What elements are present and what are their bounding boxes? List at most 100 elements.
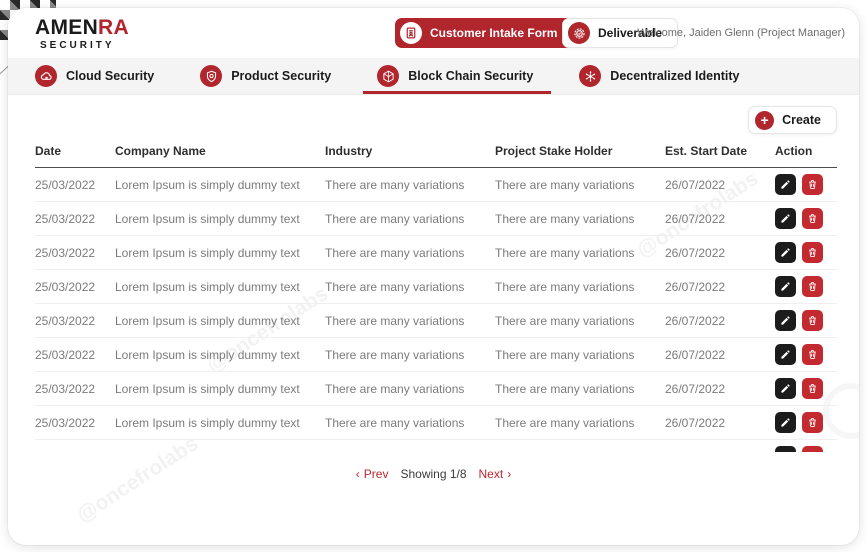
table-row: 25/03/2022 Lorem Ipsum is simply dummy t…	[35, 270, 837, 304]
brand-name-accent: RA	[98, 16, 129, 39]
edit-button[interactable]	[775, 242, 796, 263]
product-security-icon	[200, 65, 222, 87]
tab-label: Product Security	[231, 69, 331, 83]
cell-est-start-date: 26/07/2022	[665, 212, 775, 226]
cell-actions	[775, 208, 837, 229]
delete-button[interactable]	[802, 242, 823, 263]
cell-date: 25/03/2022	[35, 314, 115, 328]
tab-cloud-security[interactable]: Cloud Security	[35, 58, 154, 94]
chevron-right-icon: ›	[507, 467, 511, 481]
cell-actions	[775, 310, 837, 331]
prev-page-link[interactable]: ‹ Prev	[356, 467, 389, 481]
records-table: Date Company Name Industry Project Stake…	[35, 139, 837, 452]
next-page-link[interactable]: Next›	[479, 467, 512, 481]
plus-icon: +	[755, 111, 774, 130]
welcome-text: Welcome, Jaiden Glenn (Project Manager)	[637, 27, 845, 39]
edit-button[interactable]	[775, 412, 796, 433]
delete-button[interactable]	[802, 412, 823, 433]
intake-button-label: Customer Intake Form	[430, 26, 557, 40]
delete-button[interactable]	[802, 310, 823, 331]
cell-project-stake-holder: There are many variations	[495, 416, 665, 430]
column-header-action: Action	[775, 144, 837, 158]
tab-label: Cloud Security	[66, 69, 154, 83]
cell-project-stake-holder: There are many variations	[495, 450, 665, 453]
intake-form-icon	[400, 22, 422, 44]
cell-est-start-date: 26/07/2022	[665, 178, 775, 192]
edit-button[interactable]	[775, 208, 796, 229]
edit-button[interactable]	[775, 446, 796, 452]
column-header-company: Company Name	[115, 144, 325, 158]
cell-project-stake-holder: There are many variations	[495, 280, 665, 294]
cell-industry: There are many variations	[325, 416, 495, 430]
main-content: + Create Date Company Name Industry Proj…	[8, 95, 859, 545]
delete-button[interactable]	[802, 276, 823, 297]
cell-date: 25/03/2022	[35, 246, 115, 260]
column-header-date: Date	[35, 144, 115, 158]
delete-button[interactable]	[802, 378, 823, 399]
cell-project-stake-holder: There are many variations	[495, 348, 665, 362]
cell-industry: There are many variations	[325, 212, 495, 226]
cell-company-name: Lorem Ipsum is simply dummy text	[115, 314, 325, 328]
page-indicator: Showing 1/8	[400, 467, 466, 481]
cell-industry: There are many variations	[325, 450, 495, 453]
cell-company-name: Lorem Ipsum is simply dummy text	[115, 450, 325, 453]
brand-name-primary: AMEN	[35, 16, 98, 39]
next-label: Next	[479, 467, 504, 481]
create-button[interactable]: + Create	[748, 106, 837, 134]
block-chain-security-icon	[377, 65, 399, 87]
edit-button[interactable]	[775, 378, 796, 399]
prev-label: Prev	[364, 467, 389, 481]
table-body: 25/03/2022 Lorem Ipsum is simply dummy t…	[35, 168, 837, 452]
table-row: 25/03/2022 Lorem Ipsum is simply dummy t…	[35, 304, 837, 338]
customer-intake-form-button[interactable]: Customer Intake Form	[395, 18, 573, 48]
column-header-stakeholder: Project Stake Holder	[495, 144, 665, 158]
create-button-label: Create	[782, 113, 821, 127]
cell-company-name: Lorem Ipsum is simply dummy text	[115, 212, 325, 226]
brand-subtitle: SECURITY	[35, 41, 129, 51]
app-window: @oncefrolabs @oncefrolabs @oncefrolabs A…	[8, 8, 859, 545]
cell-company-name: Lorem Ipsum is simply dummy text	[115, 416, 325, 430]
tab-block-chain-security[interactable]: Block Chain Security	[377, 58, 533, 94]
edit-button[interactable]	[775, 344, 796, 365]
edit-button[interactable]	[775, 174, 796, 195]
cell-industry: There are many variations	[325, 280, 495, 294]
table-row: 25/03/2022 Lorem Ipsum is simply dummy t…	[35, 202, 837, 236]
cell-company-name: Lorem Ipsum is simply dummy text	[115, 348, 325, 362]
table-row: 25/03/2022 Lorem Ipsum is simply dummy t…	[35, 236, 837, 270]
cell-date: 25/03/2022	[35, 212, 115, 226]
cell-est-start-date: 26/07/2022	[665, 450, 775, 453]
cell-actions	[775, 344, 837, 365]
cell-actions	[775, 174, 837, 195]
edit-button[interactable]	[775, 276, 796, 297]
edit-button[interactable]	[775, 310, 796, 331]
cell-date: 25/03/2022	[35, 382, 115, 396]
cell-company-name: Lorem Ipsum is simply dummy text	[115, 178, 325, 192]
tab-product-security[interactable]: Product Security	[200, 58, 331, 94]
delete-button[interactable]	[802, 208, 823, 229]
cell-date: 25/03/2022	[35, 280, 115, 294]
app-header: AMENRA SECURITY Customer Intake Form	[8, 8, 859, 58]
cell-company-name: Lorem Ipsum is simply dummy text	[115, 280, 325, 294]
cell-actions	[775, 412, 837, 433]
cell-est-start-date: 26/07/2022	[665, 280, 775, 294]
column-header-industry: Industry	[325, 144, 495, 158]
chevron-left-icon: ‹	[356, 467, 360, 481]
delete-button[interactable]	[802, 344, 823, 365]
delete-button[interactable]	[802, 174, 823, 195]
tab-decentralized-identity[interactable]: Decentralized Identity	[579, 58, 739, 94]
cell-est-start-date: 26/07/2022	[665, 382, 775, 396]
table-row: 25/03/2022 Lorem Ipsum is simply dummy t…	[35, 440, 837, 452]
delete-button[interactable]	[802, 446, 823, 452]
cell-actions	[775, 276, 837, 297]
column-header-est-start: Est. Start Date	[665, 144, 775, 158]
tab-label: Block Chain Security	[408, 69, 533, 83]
cell-actions	[775, 242, 837, 263]
brand-name: AMENRA	[35, 17, 129, 38]
cell-date: 25/03/2022	[35, 178, 115, 192]
cell-industry: There are many variations	[325, 314, 495, 328]
cell-industry: There are many variations	[325, 382, 495, 396]
cell-est-start-date: 26/07/2022	[665, 246, 775, 260]
brand-logo: AMENRA SECURITY	[35, 17, 129, 51]
cell-project-stake-holder: There are many variations	[495, 246, 665, 260]
cell-project-stake-holder: There are many variations	[495, 212, 665, 226]
